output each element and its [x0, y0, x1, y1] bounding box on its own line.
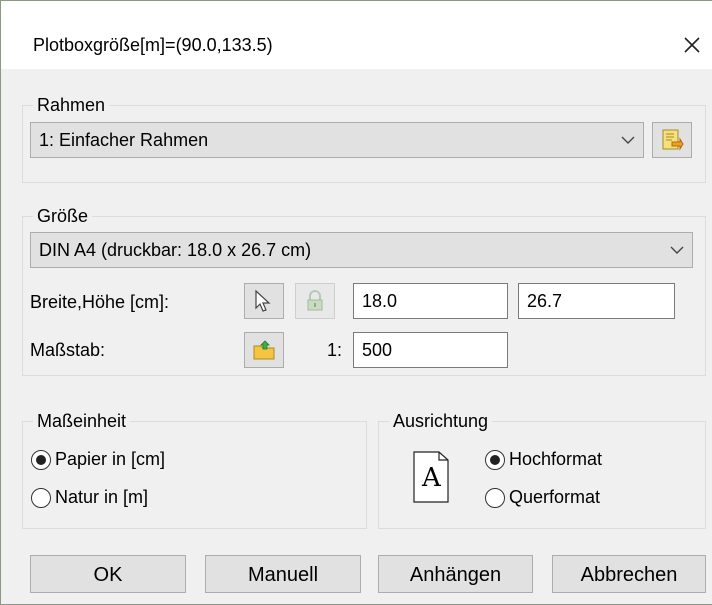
- frame-select[interactable]: 1: Einfacher Rahmen: [30, 122, 644, 158]
- manual-button[interactable]: Manuell: [205, 555, 361, 593]
- scale-folder-button[interactable]: [244, 332, 284, 368]
- size-legend: Größe: [33, 204, 93, 228]
- frame-edit-icon: [662, 129, 684, 151]
- width-input[interactable]: 18.0: [353, 283, 508, 319]
- dimensions-label: Breite,Höhe [cm]:: [30, 292, 170, 312]
- scale-label: Maßstab:: [30, 340, 106, 360]
- frame-edit-button[interactable]: [652, 122, 692, 158]
- paper-select[interactable]: DIN A4 (druckbar: 18.0 x 26.7 cm): [30, 232, 693, 268]
- units-group: Maßeinheit: [22, 409, 367, 529]
- orientation-legend: Ausrichtung: [389, 409, 493, 433]
- lock-ratio-button[interactable]: [295, 283, 335, 319]
- paper-select-value: DIN A4 (druckbar: 18.0 x 26.7 cm): [39, 240, 312, 260]
- cancel-button[interactable]: Abbrechen: [552, 555, 706, 593]
- units-radio-nature[interactable]: Natur in [m]: [31, 487, 148, 508]
- scale-value: 500: [362, 340, 393, 360]
- scale-input[interactable]: 500: [353, 332, 508, 368]
- chevron-down-icon: [670, 246, 684, 254]
- preview-letter: A: [422, 463, 441, 493]
- units-radio-nature-label: Natur in [m]: [55, 487, 149, 507]
- close-icon: [684, 37, 700, 53]
- orientation-radio-landscape[interactable]: Querformat: [485, 487, 600, 508]
- close-button[interactable]: [672, 25, 712, 65]
- plotbox-dialog: Plotboxgröße[m]=(90.0,133.5) Rahmen 1: E…: [0, 0, 712, 605]
- ok-button[interactable]: OK: [30, 555, 186, 593]
- chevron-down-icon: [621, 136, 635, 144]
- orientation-preview: A: [411, 448, 451, 506]
- height-input[interactable]: 26.7: [518, 283, 675, 319]
- append-button[interactable]: Anhängen: [378, 555, 533, 593]
- frame-legend: Rahmen: [33, 93, 110, 117]
- units-radio-paper-label: Papier in [cm]: [55, 449, 166, 469]
- radio-checked-icon: [31, 449, 51, 470]
- radio-unchecked-icon: [485, 487, 505, 508]
- lock-icon: [307, 290, 323, 311]
- orientation-radio-portrait-label: Hochformat: [509, 449, 603, 469]
- orientation-radio-landscape-label: Querformat: [509, 487, 601, 507]
- title-bar: Plotboxgröße[m]=(90.0,133.5): [1, 1, 712, 69]
- height-value: 26.7: [527, 291, 563, 311]
- width-value: 18.0: [362, 291, 398, 311]
- orientation-radio-portrait[interactable]: Hochformat: [485, 449, 602, 470]
- folder-icon: [253, 340, 275, 360]
- dialog-title: Plotboxgröße[m]=(90.0,133.5): [33, 35, 273, 55]
- radio-checked-icon: [485, 449, 505, 470]
- pick-size-button[interactable]: [244, 283, 284, 319]
- radio-unchecked-icon: [31, 487, 51, 508]
- cursor-arrow-icon: [255, 289, 271, 312]
- units-legend: Maßeinheit: [33, 409, 131, 433]
- frame-select-value: 1: Einfacher Rahmen: [39, 130, 209, 150]
- scale-prefix: 1:: [327, 340, 343, 360]
- units-radio-paper[interactable]: Papier in [cm]: [31, 449, 165, 470]
